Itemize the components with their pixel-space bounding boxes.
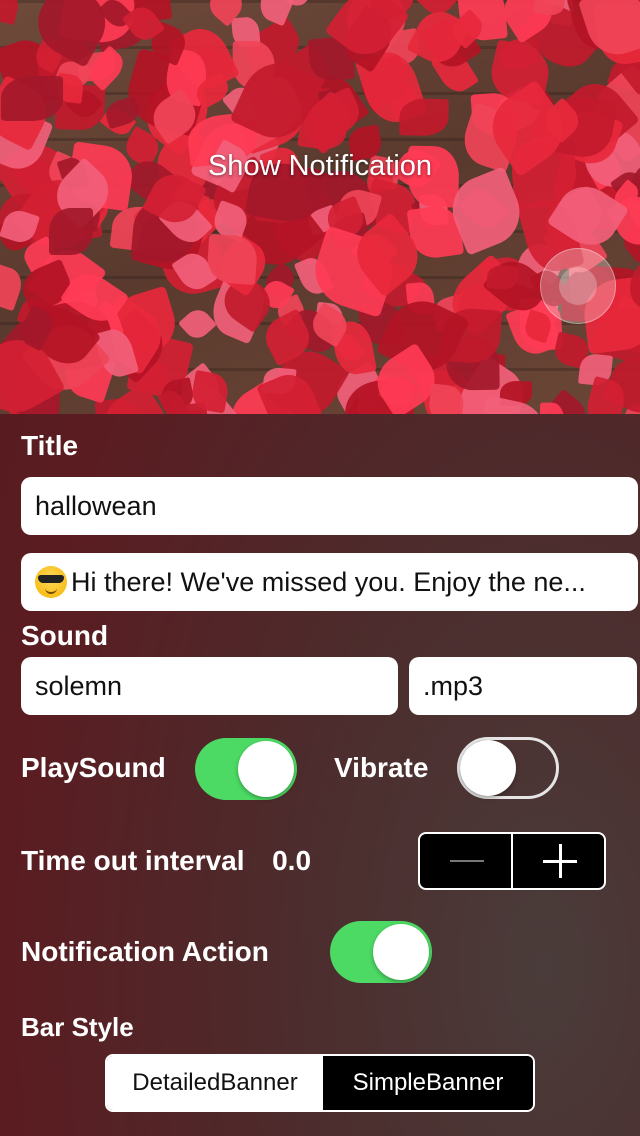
toggle-knob — [238, 741, 294, 797]
minus-icon — [450, 860, 484, 862]
bar-style-label: Bar Style — [21, 1012, 134, 1042]
increment-button[interactable] — [511, 834, 604, 888]
leaf-decoration — [399, 98, 449, 136]
body-input[interactable]: Hi there! We've missed you. Enjoy the ne… — [21, 553, 638, 611]
sound-label: Sound — [21, 620, 109, 651]
show-notification-button[interactable]: Show Notification — [0, 150, 640, 183]
bar-style-segmented-control[interactable]: DetailedBanner SimpleBanner — [105, 1054, 535, 1112]
leaf-decoration — [0, 75, 63, 121]
sound-extension-input[interactable]: .mp3 — [409, 657, 637, 715]
assistive-touch-button[interactable] — [540, 248, 616, 324]
body-input-value: Hi there! We've missed you. Enjoy the ne… — [71, 566, 586, 597]
sound-extension-value: .mp3 — [423, 670, 484, 701]
timeout-stepper[interactable] — [418, 832, 606, 890]
play-sound-label: PlaySound — [21, 752, 166, 783]
vibrate-toggle[interactable] — [457, 737, 559, 799]
vibrate-label: Vibrate — [334, 752, 429, 783]
title-input[interactable]: hallowean — [21, 477, 638, 535]
timeout-value: 0.0 — [272, 845, 312, 876]
toggle-knob — [460, 740, 516, 796]
title-label: Title — [21, 430, 79, 461]
notification-action-label: Notification Action — [21, 936, 269, 967]
timeout-label: Time out interval 0.0 — [21, 845, 311, 877]
decrement-button[interactable] — [420, 834, 511, 888]
leaf-decoration — [103, 95, 142, 129]
sound-name-value: solemn — [35, 670, 123, 701]
play-sound-toggle[interactable] — [195, 738, 297, 800]
timeout-label-text: Time out interval — [21, 845, 245, 876]
title-input-value: hallowean — [35, 490, 157, 521]
leaf-decoration — [49, 208, 93, 256]
sound-name-input[interactable]: solemn — [21, 657, 398, 715]
leaf-decoration — [177, 304, 217, 344]
sunglasses-emoji-icon — [35, 566, 67, 598]
toggle-knob — [373, 924, 429, 980]
segment-detailed-banner[interactable]: DetailedBanner — [107, 1056, 323, 1110]
segment-simple-banner[interactable]: SimpleBanner — [323, 1056, 533, 1110]
leaf-decoration — [0, 0, 22, 26]
hero-image: Show Notification — [0, 0, 640, 414]
notification-action-toggle[interactable] — [330, 921, 432, 983]
